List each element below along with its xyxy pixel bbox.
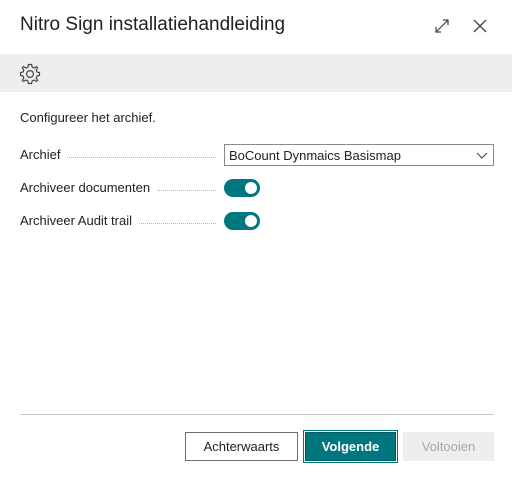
archive-label: Archief	[20, 147, 67, 162]
archive-audit-trail-field: Archiveer Audit trail	[20, 210, 494, 232]
expand-icon[interactable]	[432, 16, 452, 36]
archive-documents-label: Archiveer documenten	[20, 180, 157, 195]
archive-documents-toggle[interactable]	[224, 179, 260, 197]
next-button[interactable]: Volgende	[303, 430, 398, 463]
close-icon[interactable]	[470, 16, 490, 36]
archive-select-value: BoCount Dynmaics Basismap	[229, 148, 401, 163]
wizard-footer: Achterwaarts Volgende Voltooien	[0, 430, 512, 463]
setup-wizard-dialog: Nitro Sign installatiehandleiding Config…	[0, 0, 512, 480]
chevron-down-icon	[476, 149, 488, 161]
archive-documents-field: Archiveer documenten	[20, 177, 494, 199]
dialog-toolbar	[0, 54, 512, 92]
intro-text: Configureer het archief.	[20, 110, 156, 125]
footer-divider	[20, 414, 494, 415]
archive-select[interactable]: BoCount Dynmaics Basismap	[224, 144, 494, 166]
archive-audit-trail-label: Archiveer Audit trail	[20, 213, 138, 228]
archive-audit-trail-toggle[interactable]	[224, 212, 260, 230]
gear-icon[interactable]	[18, 62, 42, 86]
back-button[interactable]: Achterwaarts	[185, 432, 298, 461]
dialog-header: Nitro Sign installatiehandleiding	[0, 0, 512, 54]
toggle-knob	[245, 182, 257, 194]
dialog-title: Nitro Sign installatiehandleiding	[20, 14, 286, 35]
toggle-knob	[245, 215, 257, 227]
archive-field: Archief BoCount Dynmaics Basismap	[20, 144, 494, 166]
finish-button[interactable]: Voltooien	[403, 432, 494, 461]
dialog-window-actions	[432, 16, 490, 36]
